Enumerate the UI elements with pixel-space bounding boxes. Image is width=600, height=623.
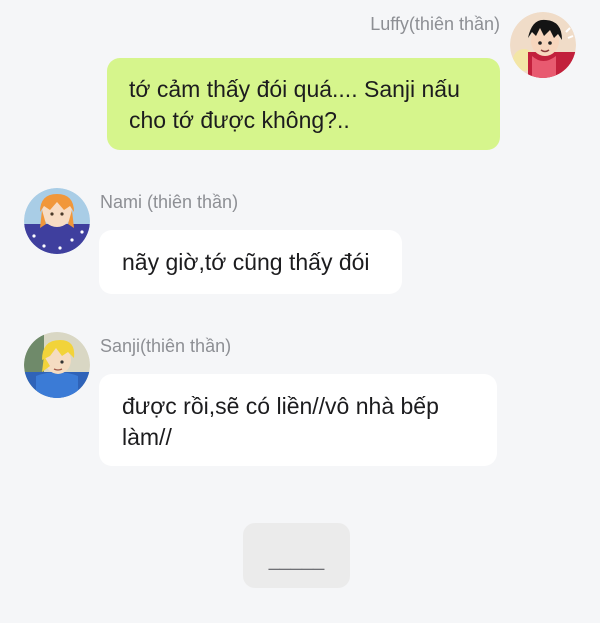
luffy-avatar-icon[interactable] <box>510 12 576 78</box>
message-bubble[interactable]: tớ cảm thấy đói quá.... Sanji nấu cho tớ… <box>107 58 500 150</box>
sanji-avatar-icon[interactable] <box>24 332 90 398</box>
nami-avatar-icon[interactable] <box>24 188 90 254</box>
sender-name: Sanji(thiên thần) <box>100 336 232 356</box>
typing-indicator-text: _____ <box>268 549 325 571</box>
sender-name: Nami (thiên thần) <box>100 192 239 212</box>
sender-name: Luffy(thiên thần) <box>370 14 500 34</box>
message-bubble[interactable]: nãy giờ,tớ cũng thấy đói <box>99 230 402 294</box>
typing-indicator[interactable]: _____ <box>243 523 350 588</box>
message-bubble[interactable]: được rồi,sẽ có liền//vô nhà bếp làm// <box>99 374 497 466</box>
